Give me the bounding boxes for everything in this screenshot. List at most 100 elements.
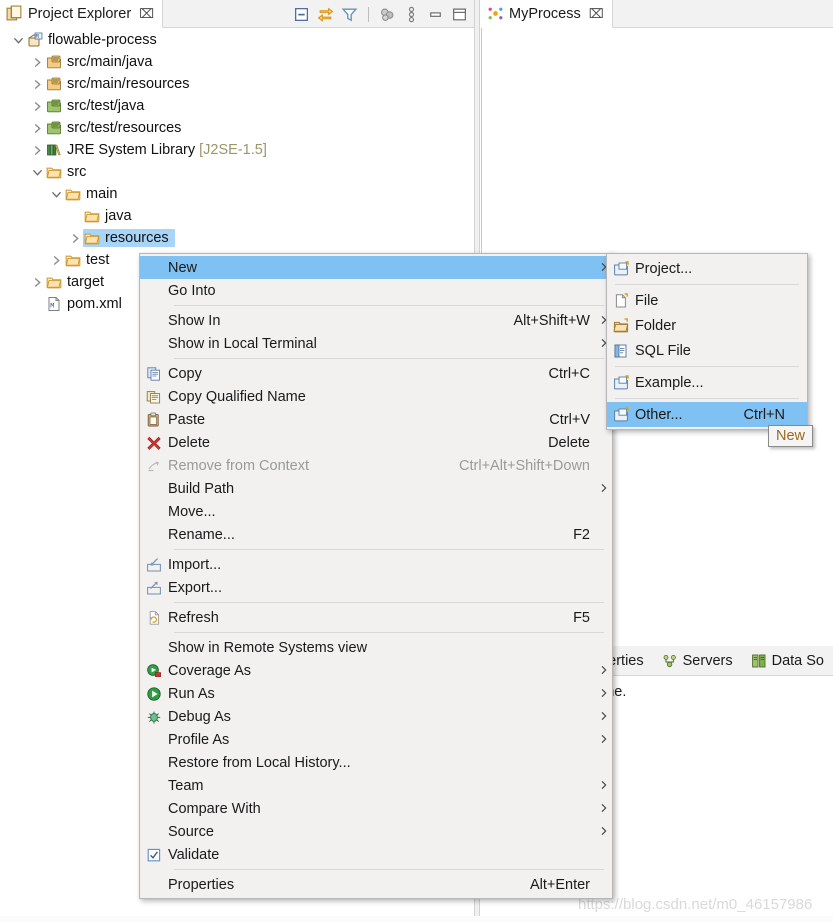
tree-item-resources[interactable]: resources xyxy=(0,227,473,249)
tree-item-main[interactable]: main xyxy=(0,183,473,205)
close-icon[interactable]: ⌧ xyxy=(139,7,154,20)
data-source-explorer-icon xyxy=(751,653,767,669)
menu-item-accelerator: Delete xyxy=(548,435,596,451)
tree-item-flowable-process[interactable]: Mflowable-process xyxy=(0,29,473,51)
link-with-editor-icon[interactable] xyxy=(317,6,334,23)
menu-item-copy[interactable]: CopyCtrl+C xyxy=(140,362,612,385)
new-file-icon xyxy=(607,293,635,309)
debug-icon xyxy=(140,709,168,725)
new-example-icon xyxy=(607,375,635,391)
menu-item-refresh[interactable]: RefreshF5 xyxy=(140,606,612,629)
menu-item-source[interactable]: Source xyxy=(140,820,612,843)
menu-item-show-in[interactable]: Show InAlt+Shift+W xyxy=(140,309,612,332)
bottom-tab-servers[interactable]: Servers xyxy=(653,646,742,676)
tree-item-label: src/test/java xyxy=(67,98,144,114)
menu-item-compare-with[interactable]: Compare With xyxy=(140,797,612,820)
menu-item-go-into[interactable]: Go Into xyxy=(140,279,612,302)
chevron-right-icon[interactable] xyxy=(29,139,45,161)
folder-icon xyxy=(64,185,82,203)
chevron-right-icon[interactable] xyxy=(29,95,45,117)
menu-item-new[interactable]: New xyxy=(140,256,612,279)
menu-item-label: Import... xyxy=(168,557,590,573)
tree-item-content[interactable]: src/main/resources xyxy=(45,75,189,93)
tree-item-content[interactable]: src/test/java xyxy=(45,97,144,115)
menu-item-delete[interactable]: DeleteDelete xyxy=(140,431,612,454)
tree-item-jre-system-library[interactable]: JRE System Library [J2SE-1.5] xyxy=(0,139,473,161)
chevron-right-icon[interactable] xyxy=(29,117,45,139)
menu-item-debug-as[interactable]: Debug As xyxy=(140,705,612,728)
bottom-tab-data-so[interactable]: Data So xyxy=(742,646,833,676)
chevron-right-icon[interactable] xyxy=(48,249,64,271)
maximize-icon[interactable] xyxy=(451,6,468,23)
chevron-right-icon[interactable] xyxy=(29,51,45,73)
chevron-right-icon[interactable] xyxy=(67,227,83,249)
chevron-down-icon[interactable] xyxy=(10,29,26,51)
menu-item-paste[interactable]: PasteCtrl+V xyxy=(140,408,612,431)
tree-item-content[interactable]: target xyxy=(45,273,104,291)
focus-on-active-task-icon[interactable] xyxy=(379,6,396,23)
menu-item-run-as[interactable]: Run As xyxy=(140,682,612,705)
menu-item-folder[interactable]: Folder xyxy=(607,313,807,338)
tree-item-content[interactable]: main xyxy=(64,185,117,203)
tree-item-content[interactable]: JRE System Library [J2SE-1.5] xyxy=(45,141,267,159)
tree-item-content[interactable]: src/main/java xyxy=(45,53,152,71)
new-folder-icon xyxy=(607,318,635,334)
chevron-down-icon[interactable] xyxy=(29,161,45,183)
svg-text:M: M xyxy=(36,34,39,40)
chevron-right-icon[interactable] xyxy=(29,271,45,293)
menu-item-import[interactable]: Import... xyxy=(140,553,612,576)
tree-item-content[interactable]: Mpom.xml xyxy=(45,295,122,313)
tree-item-java[interactable]: java xyxy=(0,205,473,227)
tree-item-content[interactable]: Mflowable-process xyxy=(26,31,157,49)
menu-item-export[interactable]: Export... xyxy=(140,576,612,599)
menu-item-show-in-local-terminal[interactable]: Show in Local Terminal xyxy=(140,332,612,355)
tree-item-content[interactable]: resources xyxy=(83,229,175,247)
menu-item-show-in-remote-systems-view[interactable]: Show in Remote Systems view xyxy=(140,636,612,659)
tree-item-content[interactable]: java xyxy=(83,207,132,225)
tree-item-src-test-java[interactable]: src/test/java xyxy=(0,95,473,117)
menu-item-example[interactable]: Example... xyxy=(607,370,807,395)
menu-item-copy-qualified-name[interactable]: Copy Qualified Name xyxy=(140,385,612,408)
menu-item-team[interactable]: Team xyxy=(140,774,612,797)
menu-item-label: Coverage As xyxy=(168,663,590,679)
menu-separator xyxy=(615,398,799,399)
submenu-arrow-icon xyxy=(596,802,612,816)
copy-qualified-name-icon xyxy=(140,389,168,405)
tab-project-explorer[interactable]: Project Explorer ⌧ xyxy=(0,0,163,28)
tree-item-content[interactable]: test xyxy=(64,251,109,269)
run-icon xyxy=(140,686,168,702)
menu-item-label: Copy Qualified Name xyxy=(168,389,590,405)
menu-item-sql-file[interactable]: SQL File xyxy=(607,338,807,363)
menu-item-file[interactable]: File xyxy=(607,288,807,313)
view-menu-icon[interactable] xyxy=(403,6,420,23)
tab-myprocess[interactable]: MyProcess ⌧ xyxy=(481,0,613,28)
close-icon[interactable]: ⌧ xyxy=(589,7,604,20)
menu-item-build-path[interactable]: Build Path xyxy=(140,477,612,500)
new-project-icon xyxy=(607,261,635,277)
menu-item-restore-from-local-history[interactable]: Restore from Local History... xyxy=(140,751,612,774)
submenu-arrow-icon xyxy=(596,733,612,747)
tree-item-src-main-resources[interactable]: src/main/resources xyxy=(0,73,473,95)
tree-item-label: target xyxy=(67,274,104,290)
tree-item-content[interactable]: src xyxy=(45,163,86,181)
context-menu[interactable]: NewGo Into Show InAlt+Shift+WShow in Loca… xyxy=(139,253,613,899)
menu-item-coverage-as[interactable]: Coverage As xyxy=(140,659,612,682)
collapse-all-icon[interactable] xyxy=(293,6,310,23)
menu-item-properties[interactable]: PropertiesAlt+Enter xyxy=(140,873,612,896)
tree-item-content[interactable]: src/test/resources xyxy=(45,119,181,137)
menu-item-validate[interactable]: Validate xyxy=(140,843,612,866)
new-submenu[interactable]: Project... FileFolderSQL File Example... Ot… xyxy=(606,253,808,430)
menu-item-move[interactable]: Move... xyxy=(140,500,612,523)
tree-item-src[interactable]: src xyxy=(0,161,473,183)
menu-item-rename[interactable]: Rename...F2 xyxy=(140,523,612,546)
chevron-right-icon[interactable] xyxy=(29,73,45,95)
menu-item-other[interactable]: Other...Ctrl+N xyxy=(607,402,807,427)
menu-separator xyxy=(174,869,604,870)
filter-icon[interactable] xyxy=(341,6,358,23)
minimize-icon[interactable] xyxy=(427,6,444,23)
menu-item-project[interactable]: Project... xyxy=(607,256,807,281)
tree-item-src-test-resources[interactable]: src/test/resources xyxy=(0,117,473,139)
menu-item-profile-as[interactable]: Profile As xyxy=(140,728,612,751)
tree-item-src-main-java[interactable]: src/main/java xyxy=(0,51,473,73)
chevron-down-icon[interactable] xyxy=(48,183,64,205)
